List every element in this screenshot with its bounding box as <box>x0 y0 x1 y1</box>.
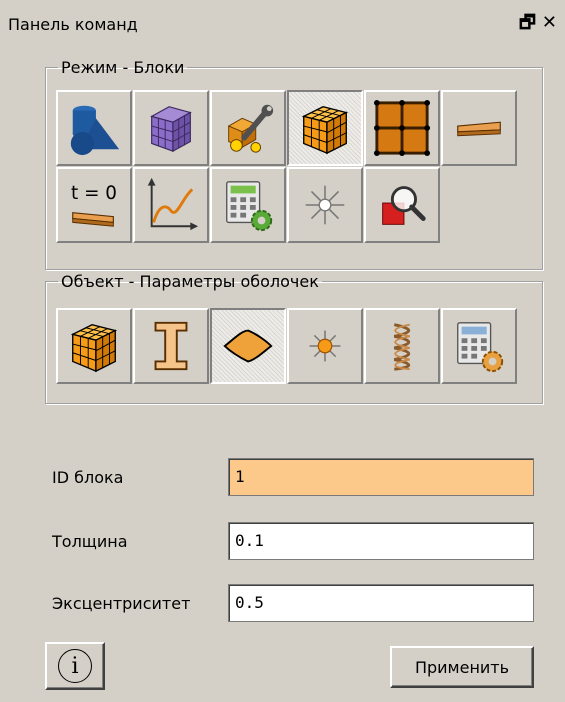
i-beam-icon <box>154 321 188 371</box>
title-buttons: 🗗 ✕ <box>513 10 557 40</box>
spring-button[interactable] <box>364 308 440 384</box>
initial-condition-button[interactable]: t = 0 <box>56 167 132 243</box>
node-button[interactable] <box>287 308 363 384</box>
orange-cube-icon <box>70 324 118 373</box>
block-id-input[interactable]: 1 <box>228 458 534 496</box>
calculator-gear-icon <box>457 322 504 373</box>
thickness-label: Толщина <box>52 532 128 551</box>
apply-button[interactable]: Применить <box>390 646 534 688</box>
magnify-shape-icon <box>382 186 426 225</box>
thickness-input[interactable]: 0.1 <box>228 522 534 560</box>
starburst-button[interactable] <box>287 167 363 243</box>
mode-group: Режим - Блоки t = 0 <box>45 58 543 270</box>
shell-plate-button[interactable] <box>210 308 286 384</box>
orange-cube-object-button[interactable] <box>56 308 132 384</box>
info-glyph: i <box>71 653 79 679</box>
purple-cube-icon <box>150 106 192 153</box>
block-id-label: ID блока <box>52 468 124 487</box>
close-icon[interactable]: ✕ <box>542 12 557 33</box>
panel-title: Панель команд <box>8 15 138 34</box>
object-group: Объект - Параметры оболочек <box>45 272 543 404</box>
orange-cube-button[interactable] <box>287 90 363 166</box>
initial-condition-text: t = 0 <box>71 183 117 204</box>
curve-graph-button[interactable] <box>133 167 209 243</box>
orange-cube-icon <box>301 106 349 155</box>
eccentricity-input[interactable]: 0.5 <box>228 584 534 622</box>
i-beam-button[interactable] <box>133 308 209 384</box>
wrench-cube-icon <box>227 104 274 153</box>
calculator-gear-object-button[interactable] <box>441 308 517 384</box>
plank-icon <box>457 121 501 137</box>
mode-group-legend: Режим - Блоки <box>61 58 185 77</box>
starburst-icon <box>305 185 345 225</box>
calculator-gear-button[interactable] <box>210 167 286 243</box>
node-icon <box>309 330 341 362</box>
object-group-legend: Объект - Параметры оболочек <box>61 272 319 291</box>
grid-button[interactable] <box>364 90 440 166</box>
restore-icon[interactable]: 🗗 <box>519 12 536 33</box>
shapes-button[interactable] <box>56 90 132 166</box>
curve-graph-icon <box>147 177 199 231</box>
initial-condition-icon: t = 0 <box>71 183 117 227</box>
wrench-cube-button[interactable] <box>210 90 286 166</box>
magnify-shape-button[interactable] <box>364 167 440 243</box>
spring-icon <box>393 323 411 371</box>
shapes-icon <box>70 105 120 156</box>
shell-plate-icon <box>223 329 273 363</box>
info-icon: i <box>58 649 92 683</box>
purple-cube-button[interactable] <box>133 90 209 166</box>
plank-button[interactable] <box>441 90 517 166</box>
grid-icon <box>373 99 431 157</box>
eccentricity-label: Эксцентриситет <box>52 594 191 613</box>
calculator-gear-icon <box>226 181 273 232</box>
info-button[interactable]: i <box>45 642 105 690</box>
